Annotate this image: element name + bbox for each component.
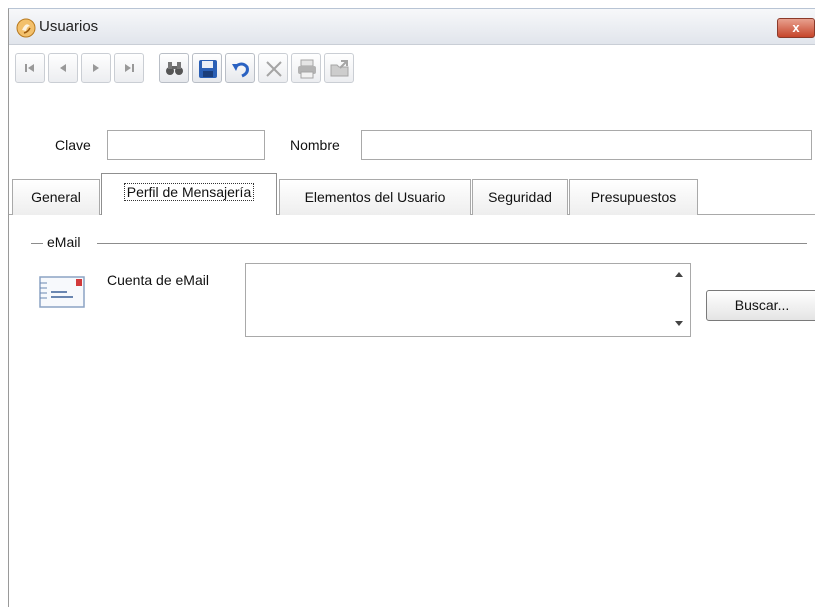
print-button[interactable] [291, 53, 321, 83]
tab-perfil-de-mensajeria[interactable]: Perfil de Mensajería [101, 173, 277, 215]
previous-icon [60, 64, 66, 72]
scroll-down-icon[interactable] [675, 321, 683, 326]
first-record-button[interactable] [15, 53, 45, 83]
undo-icon [232, 62, 249, 78]
email-account-textarea[interactable] [245, 263, 691, 337]
find-button[interactable] [159, 53, 189, 83]
email-account-label: Cuenta de eMail [107, 272, 209, 288]
close-button[interactable]: x [777, 18, 815, 38]
tab-label: Perfil de Mensajería [123, 183, 255, 201]
clave-field[interactable] [107, 130, 265, 160]
fieldset-border [31, 243, 43, 244]
last-icon [125, 64, 134, 72]
previous-record-button[interactable] [48, 53, 78, 83]
folder-export-icon [330, 60, 349, 77]
email-legend: eMail [47, 234, 81, 250]
floppy-disk-icon [199, 60, 217, 78]
tab-label: Elementos del Usuario [304, 189, 446, 205]
tab-label: Seguridad [488, 189, 552, 205]
binoculars-icon [166, 62, 183, 75]
title-bar[interactable]: Usuarios x [9, 9, 815, 45]
tab-label: Presupuestos [590, 189, 677, 205]
nombre-field[interactable] [361, 130, 812, 160]
app-icon [16, 18, 36, 38]
save-button[interactable] [192, 53, 222, 83]
first-icon [25, 64, 34, 72]
last-record-button[interactable] [114, 53, 144, 83]
undo-button[interactable] [225, 53, 255, 83]
tab-label: General [31, 189, 81, 205]
x-delete-icon [266, 61, 282, 77]
tab-presupuestos[interactable]: Presupuestos [569, 179, 698, 215]
usuarios-window: Usuarios x Clave Nombre General Perfil d… [8, 8, 815, 607]
textarea-scrollbar[interactable] [668, 264, 690, 336]
window-title: Usuarios [39, 18, 99, 35]
tab-general[interactable]: General [12, 179, 100, 215]
envelope-icon [39, 276, 85, 308]
export-button[interactable] [324, 53, 354, 83]
printer-icon [298, 59, 316, 79]
next-record-button[interactable] [81, 53, 111, 83]
tab-elementos-del-usuario[interactable]: Elementos del Usuario [279, 179, 471, 215]
scroll-up-icon[interactable] [675, 272, 683, 277]
buscar-button[interactable]: Buscar... [706, 290, 815, 321]
tab-seguridad[interactable]: Seguridad [472, 179, 568, 215]
nombre-label: Nombre [290, 137, 340, 153]
close-icon: x [792, 20, 800, 35]
next-icon [93, 64, 99, 72]
clave-label: Clave [55, 137, 91, 153]
delete-button[interactable] [258, 53, 288, 83]
fieldset-border [97, 243, 807, 244]
